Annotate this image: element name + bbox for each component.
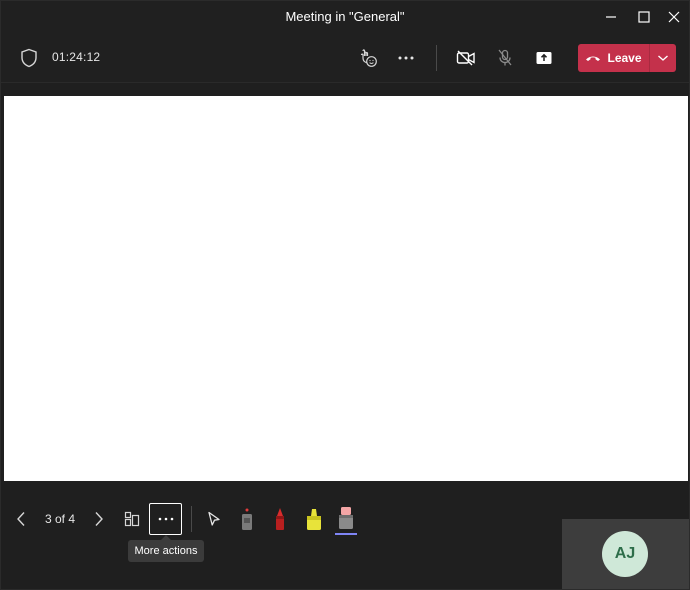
- leave-button-group: Leave: [578, 44, 676, 72]
- chevron-left-icon: [17, 512, 25, 526]
- leave-button[interactable]: Leave: [578, 44, 650, 72]
- mic-off-icon: [498, 49, 512, 66]
- previous-slide-button[interactable]: [11, 508, 31, 530]
- share-screen-icon: [536, 52, 552, 64]
- more-horizontal-icon: [398, 56, 414, 60]
- title-bar: Meeting in "General": [1, 1, 689, 33]
- close-icon: [668, 11, 680, 23]
- slides-grid-icon: [124, 511, 140, 527]
- phone-hangup-icon: [586, 56, 601, 61]
- reactions-icon: [360, 49, 377, 67]
- teams-meeting-window: Meeting in "General" 01:24:12 Leave 3 of…: [0, 0, 690, 590]
- leave-label: Leave: [607, 51, 642, 65]
- maximize-icon: [638, 11, 650, 23]
- maximize-button[interactable]: [632, 5, 656, 29]
- camera-toggle-button[interactable]: [451, 43, 481, 73]
- pen-tool[interactable]: [270, 504, 290, 534]
- more-actions-tooltip: More actions: [128, 535, 204, 562]
- red-pen-icon: [276, 508, 284, 530]
- mic-toggle-button[interactable]: [490, 43, 520, 73]
- leave-options-dropdown[interactable]: [650, 44, 676, 72]
- highlighter-icon: [307, 509, 321, 530]
- more-horizontal-icon: [158, 517, 173, 521]
- laser-pen-icon: [242, 508, 252, 530]
- camera-off-icon: [456, 50, 475, 66]
- eraser-tool[interactable]: [334, 504, 358, 538]
- window-title: Meeting in "General": [285, 9, 405, 24]
- shield-icon[interactable]: [20, 48, 38, 68]
- reactions-button[interactable]: [353, 43, 383, 73]
- eraser-icon: [335, 507, 357, 535]
- next-slide-button[interactable]: [89, 508, 109, 530]
- meeting-timer: 01:24:12: [52, 50, 101, 64]
- grid-view-button[interactable]: [121, 509, 143, 529]
- avatar: AJ: [602, 531, 648, 577]
- minimize-icon: [606, 16, 616, 18]
- laser-pointer-tool[interactable]: [204, 508, 224, 530]
- presentation-stage[interactable]: [4, 96, 688, 481]
- toolbar-divider: [436, 45, 437, 71]
- more-options-button[interactable]: [391, 43, 421, 73]
- highlighter-tool[interactable]: [303, 504, 325, 534]
- chevron-down-icon: [658, 55, 668, 61]
- slide-counter: 3 of 4: [45, 512, 76, 526]
- share-content-button[interactable]: [529, 43, 559, 73]
- cursor-arrow-icon: [208, 511, 220, 526]
- minimize-button[interactable]: [599, 5, 623, 29]
- meeting-toolbar: 01:24:12 Leave: [1, 33, 689, 83]
- more-actions-button[interactable]: [149, 503, 182, 535]
- close-button[interactable]: [662, 5, 686, 29]
- chevron-right-icon: [95, 512, 103, 526]
- participant-tile[interactable]: AJ: [562, 519, 689, 589]
- laser-tool[interactable]: [237, 504, 257, 534]
- toolbar-divider: [191, 506, 192, 532]
